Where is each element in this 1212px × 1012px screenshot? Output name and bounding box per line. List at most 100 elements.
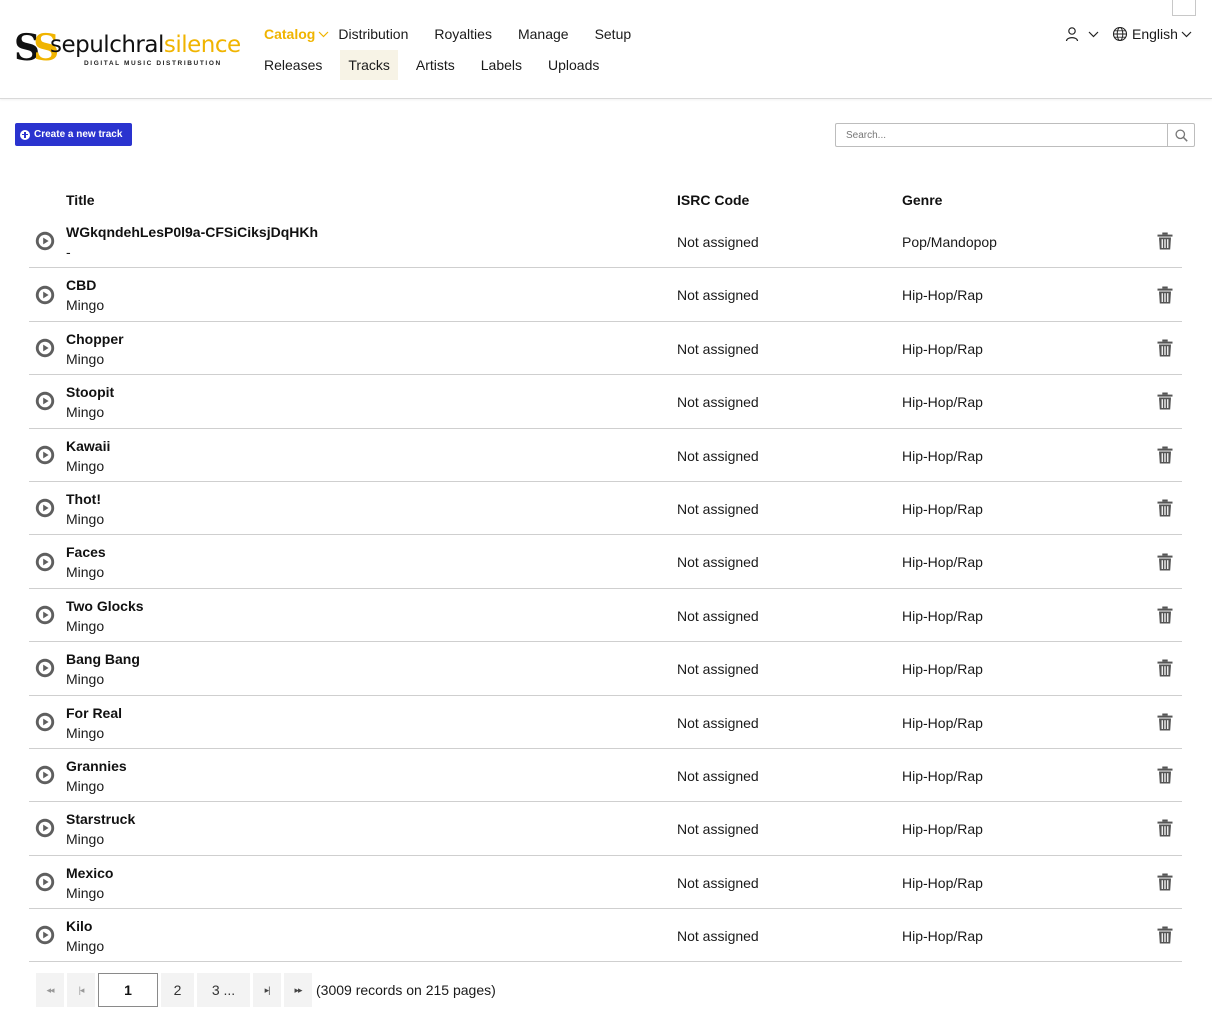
subnav-tracks[interactable]: Tracks	[340, 50, 398, 80]
trash-icon[interactable]	[1155, 498, 1175, 518]
trash-icon[interactable]	[1155, 925, 1175, 945]
page-button-3[interactable]: 3 ...	[197, 973, 250, 1007]
play-icon[interactable]	[35, 872, 55, 892]
search-icon	[1174, 128, 1188, 142]
subnav-artists[interactable]: Artists	[408, 50, 463, 80]
track-artist: Mingo	[66, 457, 105, 474]
trash-icon[interactable]	[1155, 765, 1175, 785]
track-artist: Mingo	[66, 884, 105, 901]
column-header-genre[interactable]: Genre	[902, 192, 942, 208]
track-genre: Hip-Hop/Rap	[902, 714, 983, 731]
play-icon[interactable]	[35, 391, 55, 411]
nav-royalties[interactable]: Royalties	[434, 24, 492, 44]
track-title[interactable]: Grannies	[66, 757, 127, 775]
table-row: Thot! Mingo Not assigned Hip-Hop/Rap	[29, 482, 1182, 536]
trash-icon[interactable]	[1155, 338, 1175, 358]
nav-manage[interactable]: Manage	[518, 24, 569, 44]
trash-icon[interactable]	[1155, 872, 1175, 892]
trash-icon[interactable]	[1155, 818, 1175, 838]
create-track-button[interactable]: Create a new track	[15, 123, 132, 146]
table-row: Two Glocks Mingo Not assigned Hip-Hop/Ra…	[29, 589, 1182, 643]
search-button[interactable]	[1167, 124, 1194, 146]
next-page-button[interactable]: ▸|	[253, 973, 281, 1007]
table-row: WGkqndehLesP0l9a-CFSiCiksjDqHKh - Not as…	[29, 215, 1182, 269]
track-genre: Hip-Hop/Rap	[902, 554, 983, 571]
nav-catalog[interactable]: Catalog	[264, 24, 338, 44]
nav-distribution[interactable]: Distribution	[338, 24, 408, 44]
logo-mark: SS	[14, 27, 59, 69]
play-icon[interactable]	[35, 231, 55, 251]
track-title[interactable]: Kilo	[66, 917, 92, 935]
play-icon[interactable]	[35, 765, 55, 785]
track-genre: Hip-Hop/Rap	[902, 821, 983, 838]
track-title[interactable]: Chopper	[66, 330, 124, 348]
nav-catalog-label: Catalog	[264, 26, 316, 42]
trash-icon[interactable]	[1155, 445, 1175, 465]
play-icon[interactable]	[35, 925, 55, 945]
track-genre: Hip-Hop/Rap	[902, 767, 983, 784]
play-icon[interactable]	[35, 818, 55, 838]
play-icon[interactable]	[35, 285, 55, 305]
chevron-down-icon	[318, 31, 329, 37]
table-row: CBD Mingo Not assigned Hip-Hop/Rap	[29, 268, 1182, 322]
tracks-table: WGkqndehLesP0l9a-CFSiCiksjDqHKh - Not as…	[29, 215, 1182, 963]
play-icon[interactable]	[35, 338, 55, 358]
trash-icon[interactable]	[1155, 285, 1175, 305]
track-isrc: Not assigned	[677, 821, 759, 838]
track-genre: Hip-Hop/Rap	[902, 874, 983, 891]
track-genre: Pop/Mandopop	[902, 234, 997, 250]
page-button-current[interactable]: 1	[98, 973, 158, 1007]
corner-widget[interactable]	[1172, 0, 1196, 16]
language-menu[interactable]: English	[1112, 24, 1192, 44]
track-title[interactable]: Two Glocks	[66, 597, 144, 615]
trash-icon[interactable]	[1155, 552, 1175, 572]
subnav-releases[interactable]: Releases	[256, 50, 330, 80]
globe-icon	[1112, 26, 1128, 42]
track-title[interactable]: Faces	[66, 543, 106, 561]
first-page-button[interactable]: ◂◂	[36, 973, 64, 1007]
trash-icon[interactable]	[1155, 658, 1175, 678]
pagination-info: (3009 records on 215 pages)	[316, 982, 496, 998]
track-artist: Mingo	[66, 938, 105, 955]
trash-icon[interactable]	[1155, 712, 1175, 732]
search-input[interactable]	[836, 124, 1167, 146]
play-icon[interactable]	[35, 658, 55, 678]
trash-icon[interactable]	[1155, 391, 1175, 411]
track-title[interactable]: WGkqndehLesP0l9a-CFSiCiksjDqHKh	[66, 223, 318, 241]
language-label: English	[1132, 26, 1178, 42]
track-title[interactable]: Thot!	[66, 490, 101, 508]
plus-circle-icon	[20, 129, 30, 140]
column-header-title[interactable]: Title	[66, 192, 95, 208]
track-isrc: Not assigned	[677, 607, 759, 624]
track-isrc: Not assigned	[677, 714, 759, 731]
table-row: Faces Mingo Not assigned Hip-Hop/Rap	[29, 535, 1182, 589]
track-title[interactable]: CBD	[66, 276, 96, 294]
chevron-down-icon	[1181, 31, 1192, 37]
track-title[interactable]: Kawaii	[66, 437, 110, 455]
track-title[interactable]: Bang Bang	[66, 650, 140, 668]
trash-icon[interactable]	[1155, 231, 1175, 251]
page-button-2[interactable]: 2	[161, 973, 194, 1007]
track-title[interactable]: Mexico	[66, 864, 113, 882]
track-artist: Mingo	[66, 564, 105, 581]
subnav-uploads[interactable]: Uploads	[540, 50, 607, 80]
trash-icon[interactable]	[1155, 605, 1175, 625]
last-page-button[interactable]: ▸▸	[284, 973, 312, 1007]
user-menu[interactable]	[1064, 26, 1099, 42]
column-header-isrc[interactable]: ISRC Code	[677, 192, 749, 208]
track-title[interactable]: Starstruck	[66, 810, 135, 828]
brand-logo[interactable]: SS sepulchralsilence DIGITAL MUSIC DISTR…	[14, 27, 241, 72]
track-artist: Mingo	[66, 297, 105, 314]
play-icon[interactable]	[35, 552, 55, 572]
play-icon[interactable]	[35, 712, 55, 732]
nav-setup[interactable]: Setup	[595, 24, 632, 44]
search-box	[835, 123, 1195, 147]
play-icon[interactable]	[35, 498, 55, 518]
play-icon[interactable]	[35, 445, 55, 465]
track-genre: Hip-Hop/Rap	[902, 287, 983, 304]
prev-page-button[interactable]: |◂	[67, 973, 95, 1007]
track-title[interactable]: Stoopit	[66, 383, 114, 401]
play-icon[interactable]	[35, 605, 55, 625]
subnav-labels[interactable]: Labels	[473, 50, 530, 80]
track-title[interactable]: For Real	[66, 704, 122, 722]
